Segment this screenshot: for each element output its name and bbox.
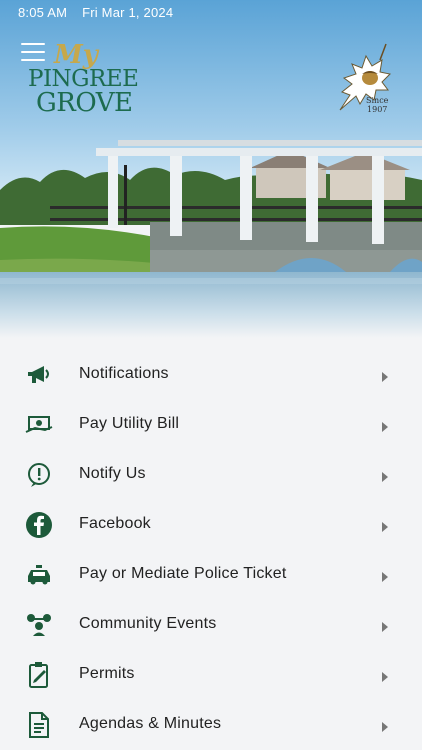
- menu-item-facebook[interactable]: Facebook: [0, 500, 422, 550]
- hamburger-menu-icon[interactable]: [21, 43, 45, 61]
- menu-item-label: Community Events: [79, 615, 217, 632]
- seal-since: Since 1907: [366, 96, 389, 114]
- chevron-right-icon: [382, 572, 388, 582]
- clipboard-pen-icon: [24, 662, 54, 688]
- status-bar: 8:05 AM Fri Mar 1, 2024: [18, 5, 173, 20]
- status-date: Fri Mar 1, 2024: [82, 5, 174, 20]
- community-group-icon: [24, 612, 54, 638]
- money-hand-icon: [24, 412, 54, 438]
- chevron-right-icon: [382, 622, 388, 632]
- menu-item-police-ticket[interactable]: Pay or Mediate Police Ticket: [0, 550, 422, 600]
- menu-item-community-events[interactable]: Community Events: [0, 600, 422, 650]
- menu-item-pay-utility-bill[interactable]: Pay Utility Bill: [0, 400, 422, 450]
- menu-item-notifications[interactable]: Notifications: [0, 350, 422, 400]
- chevron-right-icon: [382, 522, 388, 532]
- menu-item-notify-us[interactable]: Notify Us: [0, 450, 422, 500]
- main-menu: Notifications Pay Utility Bill Notify Us…: [0, 350, 422, 750]
- village-seal: Since 1907: [330, 40, 394, 120]
- menu-item-label: Pay or Mediate Police Ticket: [79, 565, 287, 582]
- chevron-right-icon: [382, 722, 388, 732]
- megaphone-icon: [24, 362, 54, 388]
- menu-item-label: Agendas & Minutes: [79, 715, 222, 732]
- menu-item-label: Pay Utility Bill: [79, 415, 180, 432]
- menu-item-agendas-minutes[interactable]: Agendas & Minutes: [0, 700, 422, 750]
- menu-item-label: Permits: [79, 665, 135, 682]
- chevron-right-icon: [382, 422, 388, 432]
- chevron-right-icon: [382, 672, 388, 682]
- logo-grove: GROVE: [36, 88, 133, 118]
- menu-item-label: Notify Us: [79, 465, 146, 482]
- facebook-icon: [24, 512, 54, 538]
- chevron-right-icon: [382, 472, 388, 482]
- menu-item-label: Notifications: [79, 365, 169, 382]
- menu-item-permits[interactable]: Permits: [0, 650, 422, 700]
- police-car-icon: [24, 562, 54, 588]
- exclamation-bubble-icon: [24, 462, 54, 488]
- hero-banner: 8:05 AM Fri Mar 1, 2024 My PINGREE GROVE…: [0, 0, 422, 338]
- menu-item-label: Facebook: [79, 515, 151, 532]
- document-icon: [24, 712, 54, 738]
- status-time: 8:05 AM: [18, 5, 68, 20]
- chevron-right-icon: [382, 372, 388, 382]
